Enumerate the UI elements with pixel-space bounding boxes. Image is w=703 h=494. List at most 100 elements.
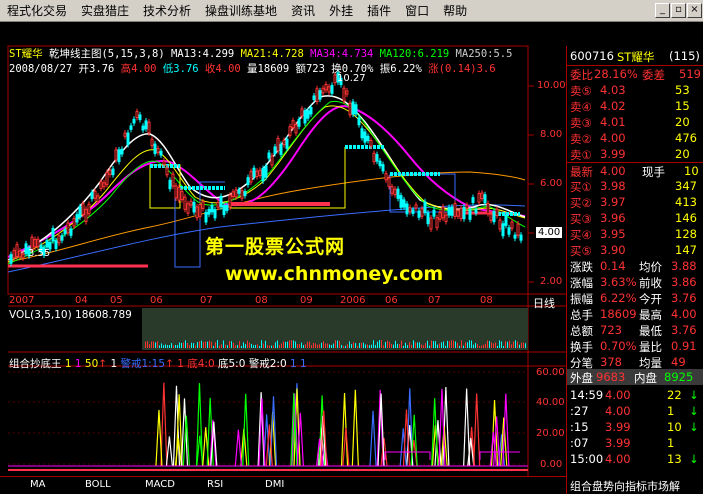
volume-bar	[327, 343, 328, 348]
candle-body	[360, 128, 364, 139]
volume-bar	[407, 345, 408, 348]
candle-body	[408, 207, 412, 213]
volume-bar	[153, 341, 154, 348]
volume-bar	[335, 340, 336, 348]
indicator-tab-bar: MA BOLL MACD RSI DMI	[0, 476, 566, 494]
period-label[interactable]: 日线	[533, 295, 555, 311]
candle-body	[324, 83, 328, 91]
tick-row: 14:59 4.00 22 ↓	[567, 387, 703, 403]
volume-bar	[345, 345, 346, 348]
volume-bar	[409, 342, 410, 348]
candle-body	[384, 173, 388, 181]
candle-body	[402, 199, 406, 208]
menu-item-help[interactable]: 帮助	[436, 2, 474, 19]
time-tick-07: 07	[200, 295, 213, 306]
sell-row: 卖⑤ 4.03 53	[567, 82, 703, 98]
stat-label-left: 总手	[570, 308, 593, 322]
menu-item-training[interactable]: 操盘训练基地	[198, 2, 284, 19]
volume-bar	[377, 341, 378, 348]
volume-bar	[187, 342, 188, 348]
inner-label: 内盘	[634, 371, 657, 385]
lower-alert1: 警戒1:15	[120, 358, 166, 370]
volume-bar	[325, 343, 326, 348]
volume-bar	[411, 344, 412, 348]
buy-label: 买⑤	[570, 244, 592, 258]
volume-bar	[523, 342, 524, 348]
close-button[interactable]: ×	[687, 3, 702, 18]
volume-bar	[259, 345, 260, 348]
candle-body	[258, 169, 262, 177]
candle-body	[420, 208, 424, 217]
minimize-button[interactable]: _	[655, 3, 670, 18]
candle-body	[438, 211, 442, 220]
volume-bar	[317, 344, 318, 348]
candle-body	[255, 170, 259, 177]
volume-bar	[235, 345, 236, 348]
volume-bar	[279, 344, 280, 348]
menu-item-trading[interactable]: 程式化交易	[0, 2, 74, 19]
volume-bar	[223, 340, 224, 348]
candle-body	[480, 192, 484, 200]
candle-body	[234, 189, 238, 198]
tab-rsi[interactable]: RSI	[207, 479, 223, 490]
candle-body	[90, 191, 94, 200]
volume-bar	[197, 342, 198, 348]
sell-volume: 15	[675, 99, 690, 113]
candle-body	[447, 207, 451, 216]
candle-body	[510, 221, 514, 229]
candle-body	[333, 74, 337, 84]
menu-item-news[interactable]: 资讯	[284, 2, 322, 19]
menu-item-analysis[interactable]: 技术分析	[136, 2, 198, 19]
volume-bar	[347, 344, 348, 348]
candle-body	[225, 205, 229, 211]
tab-boll[interactable]: BOLL	[85, 479, 111, 490]
candle-body	[237, 189, 241, 194]
stat-label-left: 振幅	[570, 292, 593, 306]
candle-body	[279, 143, 283, 155]
menu-item-plugins-ext[interactable]: 外挂	[322, 2, 360, 19]
tick-direction: ↓	[689, 452, 699, 466]
buy-label: 买①	[570, 180, 592, 194]
volume-bar	[521, 342, 522, 348]
candle-body	[24, 243, 28, 255]
candle-body	[108, 169, 112, 175]
volume-bar	[465, 342, 466, 348]
menu-item-plugins[interactable]: 插件	[360, 2, 398, 19]
date-label: 2008/08/27	[9, 63, 73, 75]
volume-bar	[343, 345, 344, 348]
volume-bar	[253, 345, 254, 348]
restore-button[interactable]: ▫	[671, 3, 686, 18]
stat-label-left: 涨跌	[570, 260, 593, 274]
menu-item-realtime[interactable]: 实盘猎庄	[74, 2, 136, 19]
tab-dmi[interactable]: DMI	[265, 479, 284, 490]
volume-bar	[389, 341, 390, 348]
volume-bar	[413, 340, 414, 348]
volume-bar	[341, 344, 342, 348]
volume-bar	[315, 343, 316, 348]
tab-ma[interactable]: MA	[30, 479, 45, 490]
candle-body	[444, 214, 448, 222]
candle-body	[435, 217, 439, 229]
candle-body	[189, 200, 193, 206]
lower-bottom5: 底5:0	[218, 358, 246, 370]
candle-body	[138, 114, 142, 121]
stat-label-right: 均价	[639, 260, 662, 274]
candle-body	[474, 209, 478, 214]
lower-value-1: 1	[64, 358, 72, 370]
sell-price: 4.03	[600, 83, 626, 97]
tab-macd[interactable]: MACD	[145, 479, 175, 490]
candle-body	[468, 209, 472, 220]
sell-label: 卖④	[570, 100, 592, 114]
sell-volume: 476	[675, 131, 697, 145]
lower-value-6: 1	[290, 358, 297, 370]
candle-body	[387, 177, 391, 187]
menu-item-window[interactable]: 窗口	[398, 2, 436, 19]
weicha-value: 519	[679, 67, 701, 81]
buy-row: 买⑤ 3.90 147	[567, 242, 703, 258]
candle-body	[282, 139, 286, 146]
buy-price: 3.98	[600, 179, 626, 193]
volume-bar	[415, 342, 416, 348]
sell-label: 卖③	[570, 116, 592, 130]
volume-bar	[287, 341, 288, 348]
volume-bar	[473, 344, 474, 348]
